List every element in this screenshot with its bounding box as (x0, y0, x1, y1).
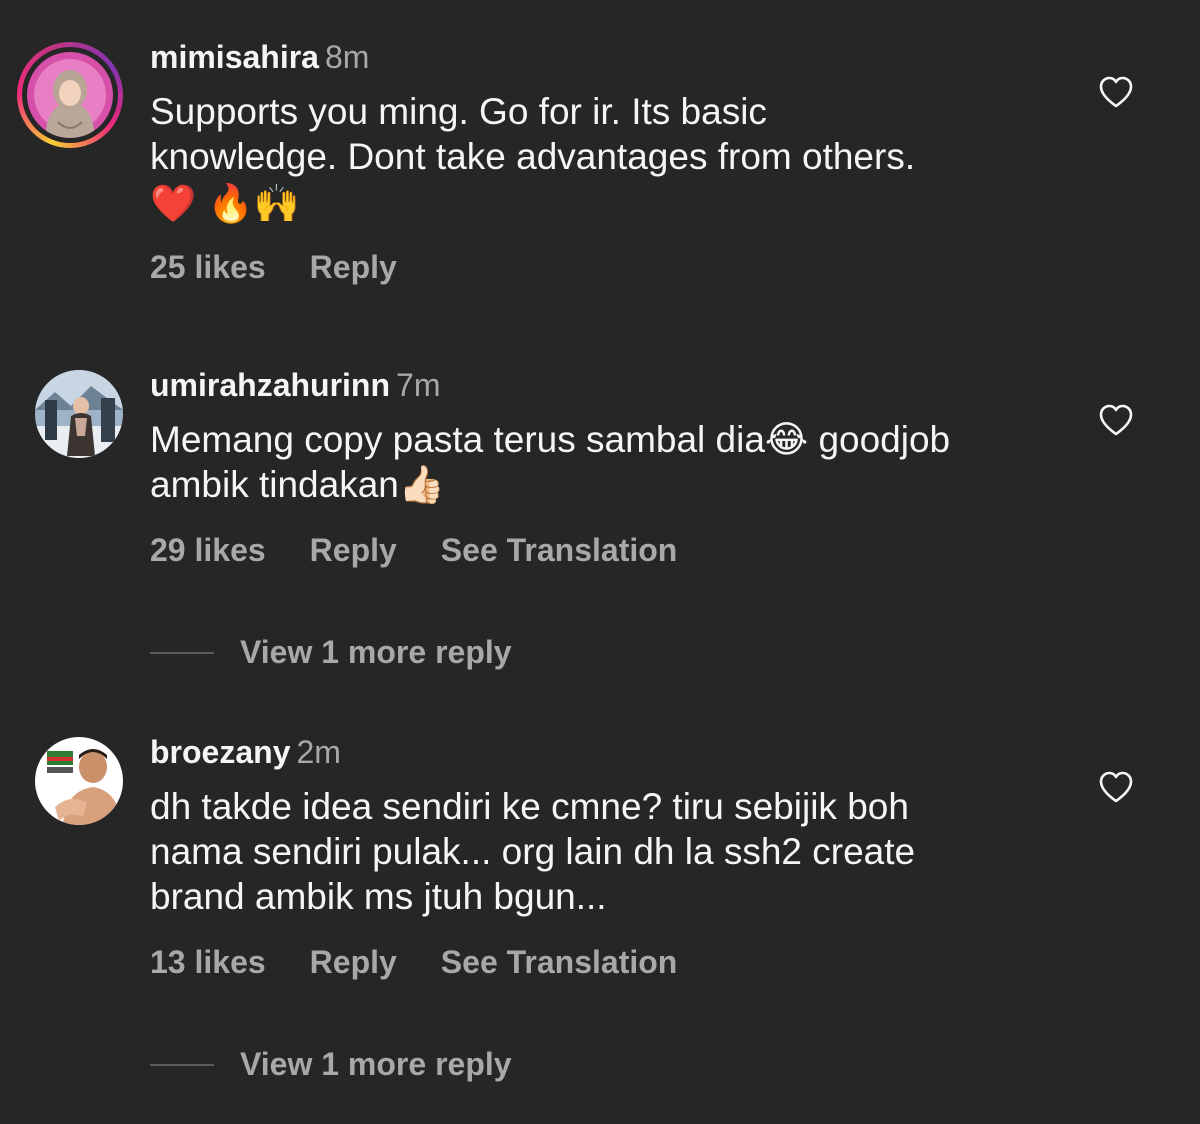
comment-text-line: brand ambik ms jtuh bgun... (150, 876, 607, 917)
comment-item: broezany 2m dh takde idea sendiri ke cmne… (0, 700, 1200, 1124)
see-translation-button[interactable]: See Translation (441, 944, 678, 980)
comment-actions: 25 likes Reply (150, 247, 441, 287)
reply-button[interactable]: Reply (310, 249, 397, 285)
comment-header: broezany 2m (150, 732, 341, 772)
heart-outline-icon[interactable] (1098, 403, 1134, 437)
view-more-replies-label[interactable]: View 1 more reply (240, 1044, 512, 1084)
comment-header: mimisahira 8m (150, 37, 369, 77)
comment-header: umirahzahurinn 7m (150, 365, 440, 405)
username[interactable]: umirahzahurinn (150, 367, 390, 403)
divider-line (150, 652, 214, 654)
comment-text: dh takde idea sendiri ke cmne? tiru sebi… (150, 784, 1050, 919)
likes-count[interactable]: 29 likes (150, 532, 266, 568)
heart-outline-icon[interactable] (1098, 770, 1134, 804)
comment-text-line: Memang copy pasta terus sambal dia😂 good… (150, 419, 951, 460)
comment-actions: 13 likes Reply See Translation (150, 942, 721, 982)
avatar-story-ring[interactable] (17, 42, 123, 148)
username[interactable]: mimisahira (150, 39, 319, 75)
view-more-replies-label[interactable]: View 1 more reply (240, 632, 512, 672)
comment-actions: 29 likes Reply See Translation (150, 530, 721, 570)
timestamp: 7m (396, 367, 441, 403)
heart-outline-icon[interactable] (1098, 75, 1134, 109)
likes-count[interactable]: 25 likes (150, 249, 266, 285)
username[interactable]: broezany (150, 734, 290, 770)
comment-text-line: Supports you ming. Go for ir. Its basic (150, 91, 767, 132)
reply-button[interactable]: Reply (310, 944, 397, 980)
timestamp: 2m (296, 734, 341, 770)
likes-count[interactable]: 13 likes (150, 944, 266, 980)
comment-item: mimisahira 8m Supports you ming. Go for i… (0, 0, 1200, 320)
avatar[interactable] (35, 370, 123, 458)
comment-text-line: ambik tindakan👍🏻 (150, 464, 445, 505)
avatar (27, 52, 113, 138)
see-translation-button[interactable]: See Translation (441, 532, 678, 568)
comment-text-line: knowledge. Dont take advantages from oth… (150, 136, 916, 177)
timestamp: 8m (324, 39, 370, 75)
comment-emoji-line: ❤️ 🔥🙌 (150, 182, 300, 225)
comment-item: umirahzahurinn 7m Memang copy pasta terus… (0, 320, 1200, 700)
reply-button[interactable]: Reply (310, 532, 397, 568)
view-more-replies[interactable]: View 1 more reply (150, 1044, 550, 1084)
avatar[interactable] (35, 737, 123, 825)
comment-text: Memang copy pasta terus sambal dia😂 good… (150, 417, 1050, 507)
comment-text: Supports you ming. Go for ir. Its basic … (150, 89, 1050, 226)
divider-line (150, 1064, 214, 1066)
view-more-replies[interactable]: View 1 more reply (150, 632, 550, 672)
comment-text-line: dh takde idea sendiri ke cmne? tiru sebi… (150, 786, 909, 827)
comment-text-line: nama sendiri pulak... org lain dh la ssh… (150, 831, 916, 872)
